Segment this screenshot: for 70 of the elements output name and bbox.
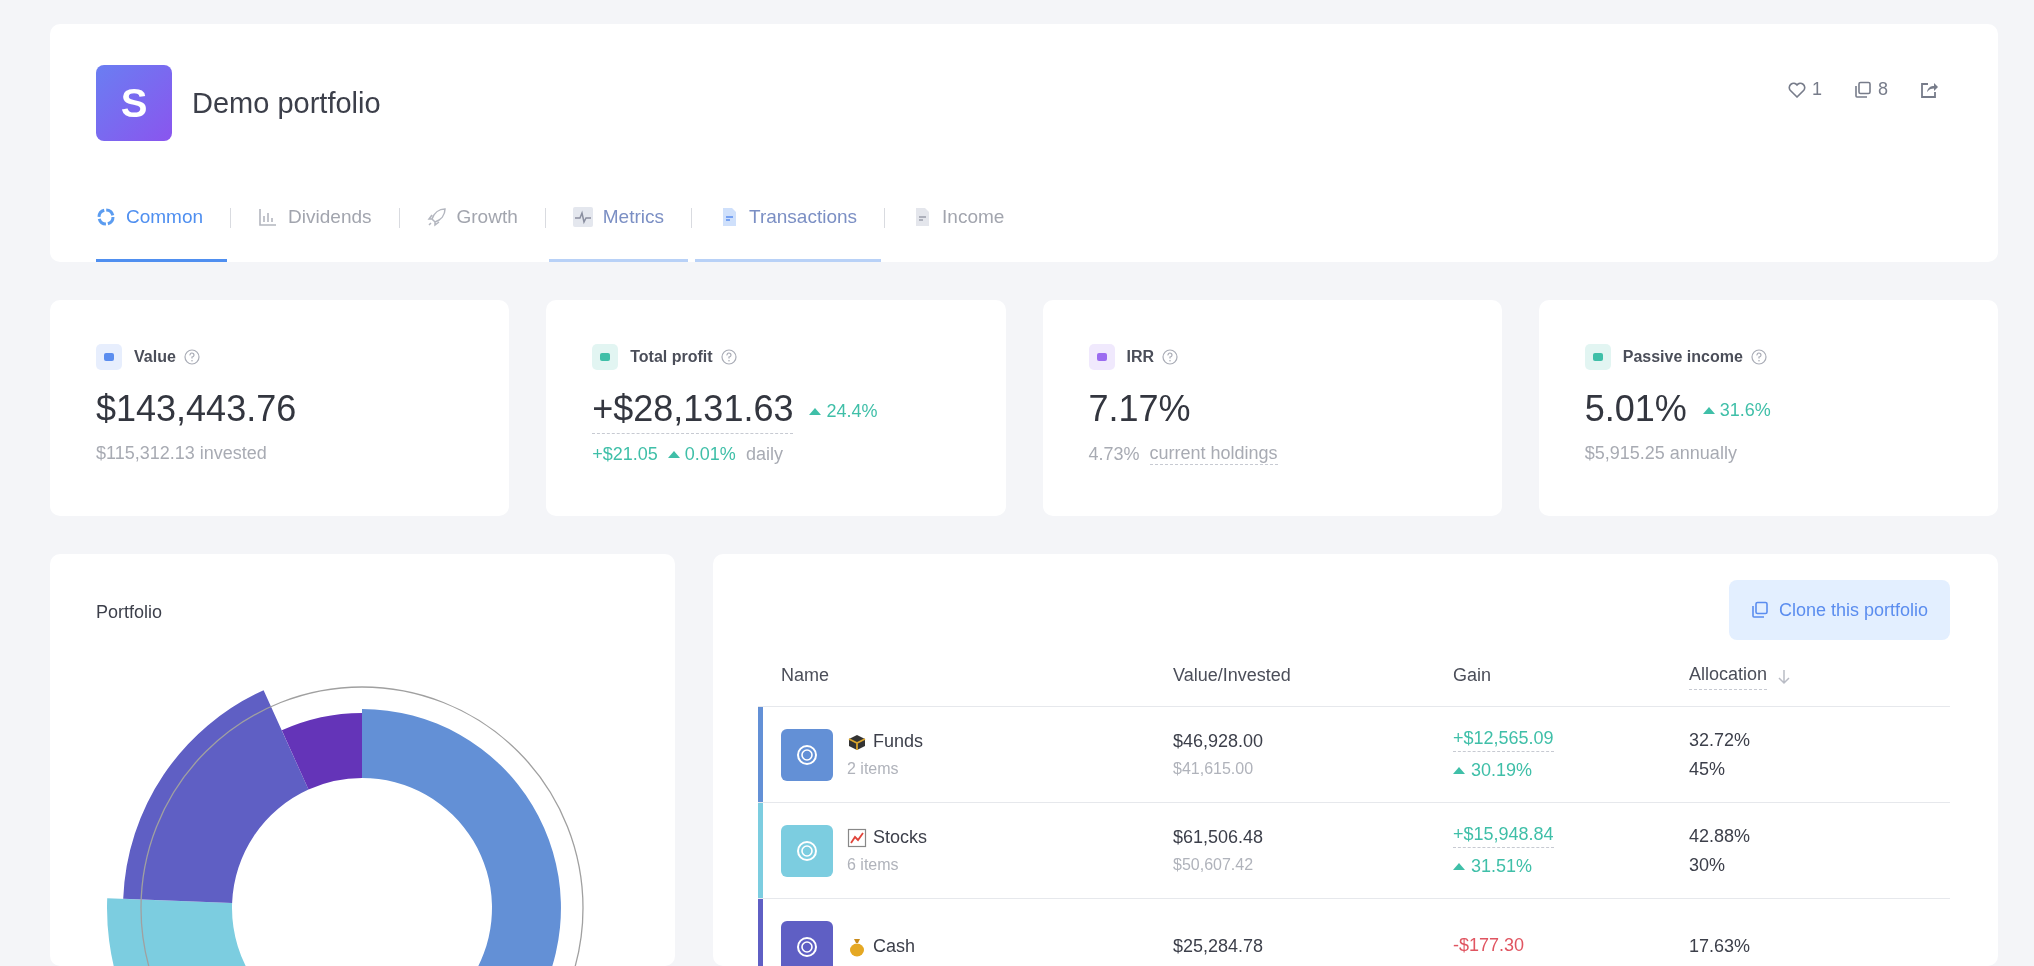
invested-cell-text: $41,615.00 (1173, 760, 1255, 778)
tab[interactable]: Growth (402, 174, 542, 262)
category-icon (781, 824, 833, 877)
copy-icon (1750, 601, 1769, 619)
stat-label: Passive income (1622, 348, 1743, 366)
tab[interactable]: Income (888, 174, 1029, 262)
value-cell-text: $61,506.48 (1173, 827, 1265, 848)
stat-label: IRR (1126, 348, 1155, 366)
invested-cell-text: $50,607.42 (1173, 856, 1255, 874)
copies-button[interactable]: 8 (1850, 75, 1892, 104)
gain-cell: +$15,948.84 (1453, 824, 1554, 848)
item-count: 2 items (847, 760, 900, 778)
tab[interactable]: Common (96, 174, 228, 262)
rocket-icon (426, 206, 447, 227)
stat-value: $143,443.76 (96, 388, 297, 431)
stat-value: 5.01% (1584, 388, 1687, 431)
chart-title: Portfolio (96, 602, 164, 623)
donut-icon (96, 206, 116, 227)
gain-cell: +$12,565.09 (1453, 728, 1554, 752)
help-icon[interactable] (720, 349, 737, 365)
sort-arrow-icon[interactable] (1777, 669, 1792, 685)
heart-icon (1787, 81, 1806, 98)
bar-chart-icon (258, 206, 279, 227)
allocation-cell-text: 32.72% (1689, 729, 1752, 751)
portfolio-title: Demo portfolio (192, 86, 381, 120)
allocation-cell-text: 17.63% (1689, 936, 1752, 957)
value-cell-text: $25,284.78 (1173, 936, 1265, 957)
copy-icon (1854, 80, 1872, 99)
tab[interactable]: Transactions (695, 174, 882, 262)
stat-detail: +$21.05 (592, 444, 658, 465)
change-badge: 31.51% (1453, 856, 1533, 877)
stat-label: Value (134, 348, 176, 366)
stat-detail: $5,915.25 annually (1584, 443, 1737, 464)
chart-up-icon (847, 827, 867, 848)
value-cell-text: $46,928.00 (1173, 731, 1265, 752)
help-icon[interactable] (1750, 349, 1767, 365)
stat-value: 7.17% (1088, 388, 1191, 431)
gain-cell-text: -$177.30 (1453, 935, 1525, 957)
tab[interactable]: Metrics (548, 174, 688, 262)
portfolio-logo: S (96, 65, 172, 141)
clone-button[interactable]: Clone this portfolio (1728, 580, 1950, 640)
category-name: Stocks (873, 827, 928, 848)
target-allocation-cell-text: 45% (1689, 758, 1727, 780)
category-icon (781, 728, 833, 781)
help-icon[interactable] (1162, 349, 1179, 365)
column-header: Value/Invested (1173, 664, 1291, 687)
item-count: 6 items (847, 856, 900, 874)
column-header: Name (781, 664, 829, 687)
stat-value: +$28,131.63 (592, 388, 794, 434)
pulse-icon (572, 206, 593, 227)
allocation-cell-text: 42.88% (1689, 825, 1752, 847)
change-badge: 30.19% (1453, 760, 1533, 781)
like-button[interactable]: 1 (1783, 75, 1826, 104)
stat-label: Total profit (630, 348, 713, 366)
stat-detail: current holdings (1149, 443, 1278, 465)
column-header[interactable]: Allocation (1689, 664, 1768, 690)
stat-detail: daily (745, 444, 783, 465)
change-badge: 0.01% (667, 444, 736, 465)
share-icon (1920, 80, 1938, 99)
category-name: Funds (873, 731, 924, 752)
stat-detail: $115,312.13 invested (96, 443, 267, 464)
category-name: Cash (873, 936, 916, 957)
money-bag-icon (847, 936, 867, 957)
target-allocation-cell-text: 30% (1689, 854, 1727, 876)
tab[interactable]: Dividends (234, 174, 396, 262)
change-badge: 24.4% (809, 400, 878, 422)
help-icon[interactable] (183, 349, 200, 365)
stat-detail: 4.73% (1088, 443, 1140, 465)
column-header: Gain (1453, 664, 1492, 687)
change-badge: 31.6% (1702, 400, 1771, 421)
